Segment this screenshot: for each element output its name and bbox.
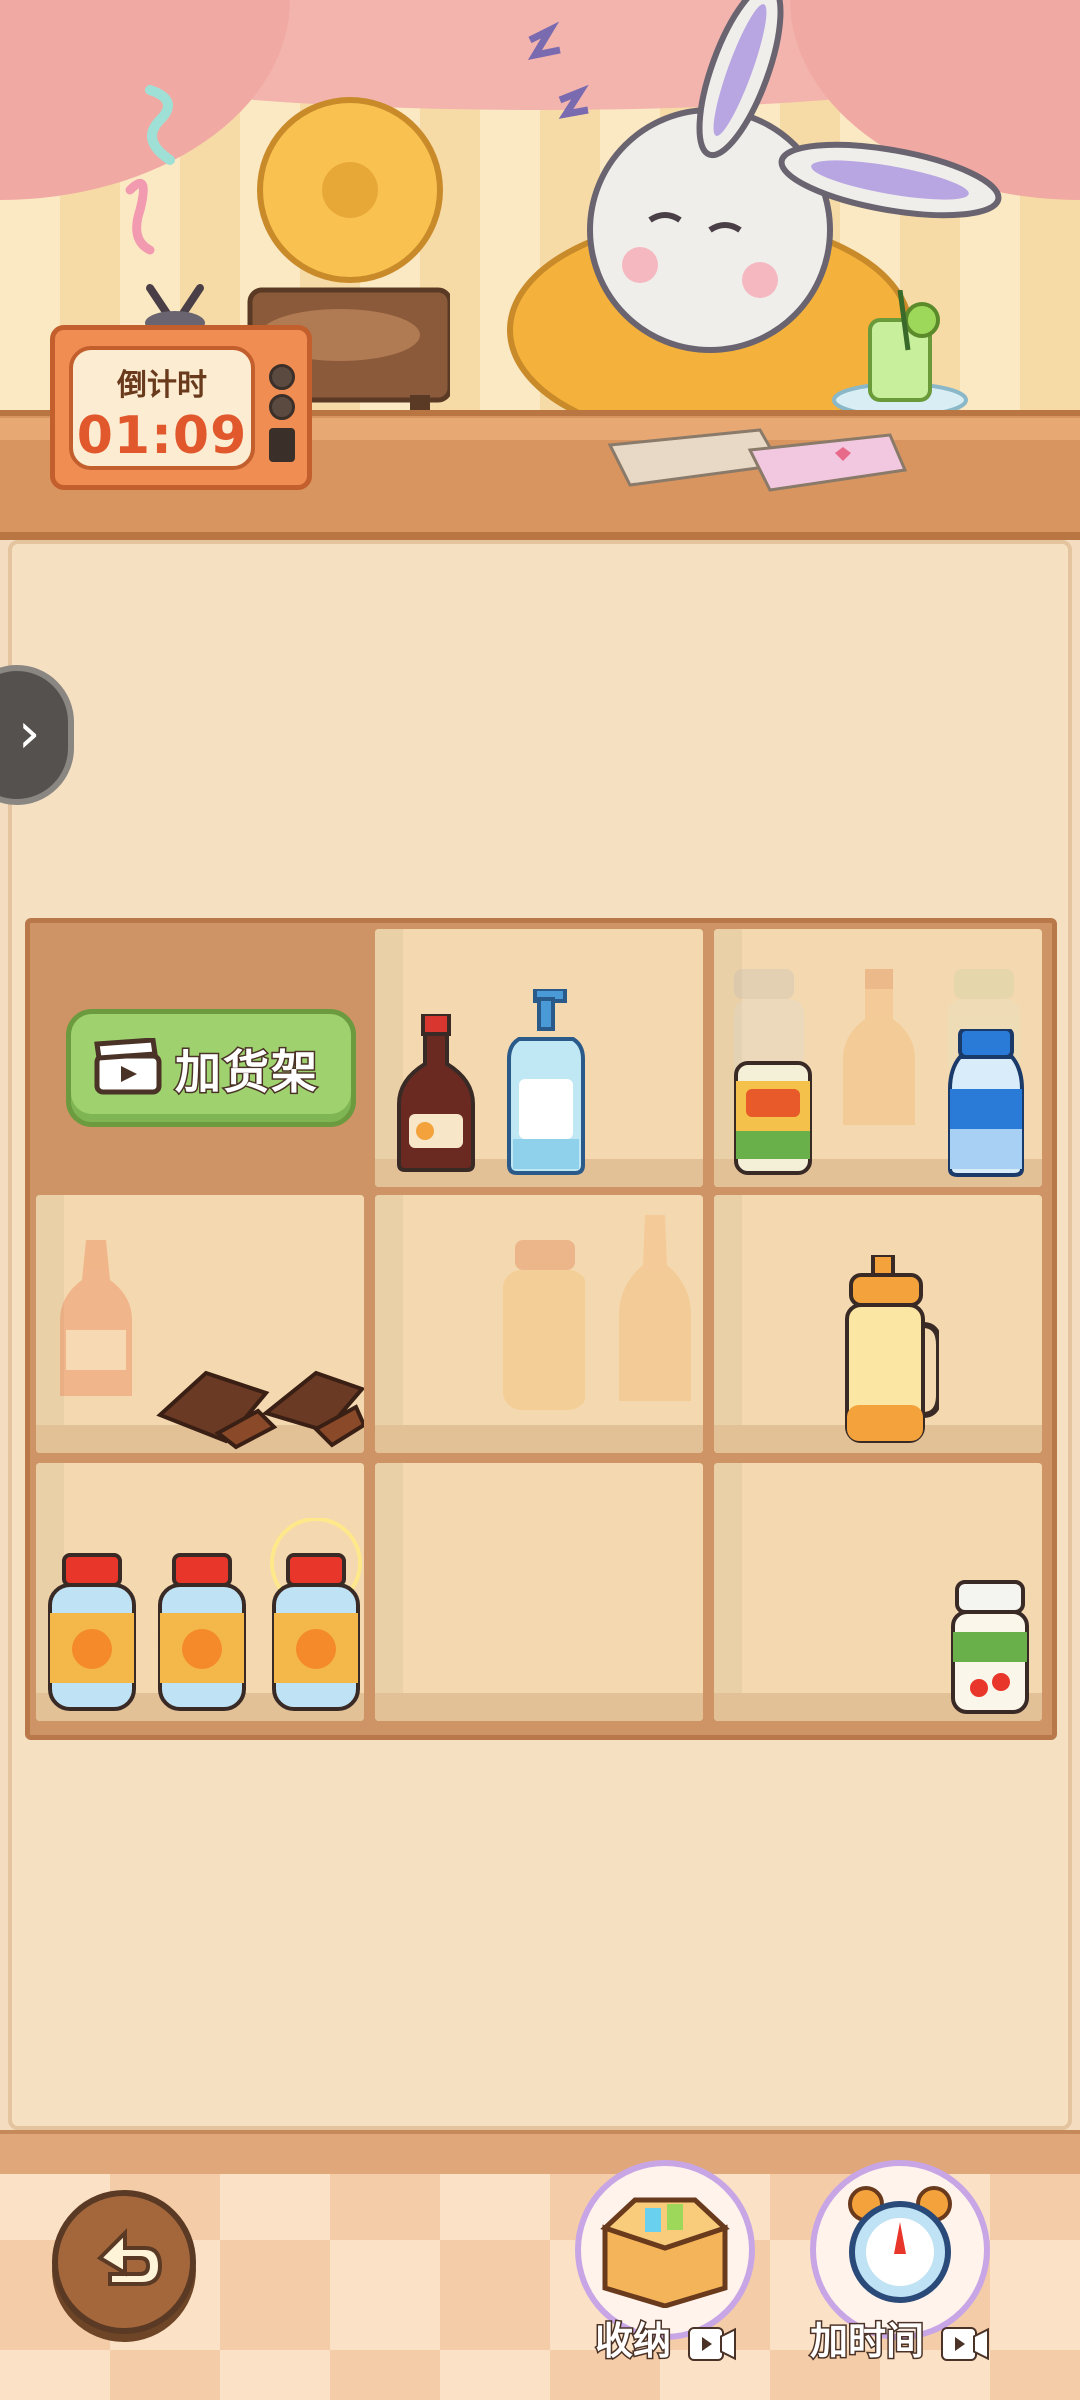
video-ad-icon — [688, 2326, 737, 2361]
timer-screen: 倒计时 01:09 — [69, 346, 255, 470]
countdown-timer: 倒计时 01:09 — [50, 325, 312, 490]
milk-drink-bottle-icon[interactable] — [946, 1029, 1026, 1179]
shelf-grid: 加货架 — [25, 918, 1057, 1740]
shelf-cell-9 — [714, 1463, 1042, 1721]
tv-knobs — [265, 360, 299, 462]
music-notes-icon — [125, 85, 175, 255]
alarm-clock-icon — [848, 2186, 952, 2303]
add-shelf-button[interactable]: 加货架 — [66, 1009, 356, 1127]
knob-icon — [269, 364, 295, 390]
sauce-bottle-ghost-icon — [843, 969, 915, 1125]
back-button[interactable] — [52, 2190, 196, 2334]
juice-bottle-ghost-icon — [619, 1215, 691, 1401]
jam-jar-ghost-icon — [503, 1240, 585, 1410]
timer-value: 01:09 — [76, 406, 248, 466]
soy-sauce-bottle-icon[interactable] — [395, 1014, 477, 1174]
shelf-cell-4 — [36, 1195, 364, 1453]
shelf-cell-5 — [375, 1195, 703, 1453]
clapperboard-icon — [94, 1038, 162, 1095]
shelf-cell-8 — [375, 1463, 703, 1721]
orange-jam-jar-selected-icon[interactable] — [266, 1518, 364, 1713]
storage-button[interactable]: 收纳 — [575, 2160, 755, 2365]
letters-icon — [607, 428, 908, 492]
orange-soda-can-icon[interactable] — [732, 1059, 814, 1177]
orange-jam-jar-icon[interactable] — [156, 1553, 248, 1713]
add-time-label: 加时间 — [808, 2310, 1020, 2365]
chocolate-bars-icon[interactable] — [156, 1355, 364, 1450]
video-ad-icon — [941, 2326, 990, 2361]
knob-icon — [269, 394, 295, 420]
speaker-grille — [269, 428, 295, 462]
vitamin-bottle-icon[interactable] — [949, 1578, 1031, 1716]
orange-jam-jar-icon[interactable] — [46, 1553, 138, 1713]
lime-drink-icon — [832, 290, 968, 418]
add-time-button[interactable]: 加时间 — [808, 2160, 990, 2365]
timer-label: 倒计时 — [117, 368, 207, 403]
shelf-cell-6 — [714, 1195, 1042, 1453]
hot-sauce-ghost-icon — [60, 1240, 132, 1396]
hand-soap-bottle-icon[interactable] — [505, 989, 587, 1179]
add-shelf-label: 加货架 — [174, 1044, 319, 1101]
shelf-cell-1: 加货架 — [36, 929, 364, 1187]
shelf-cell-7 — [36, 1463, 364, 1721]
shelf-cell-3 — [714, 929, 1042, 1187]
shelf-cell-2 — [375, 929, 703, 1187]
chevron-right-icon: › — [18, 701, 41, 766]
undo-arrow-icon — [96, 2228, 163, 2286]
storage-box-icon — [600, 2197, 730, 2308]
thermos-bottle-icon[interactable] — [839, 1255, 939, 1445]
storage-label: 收纳 — [593, 2310, 805, 2365]
